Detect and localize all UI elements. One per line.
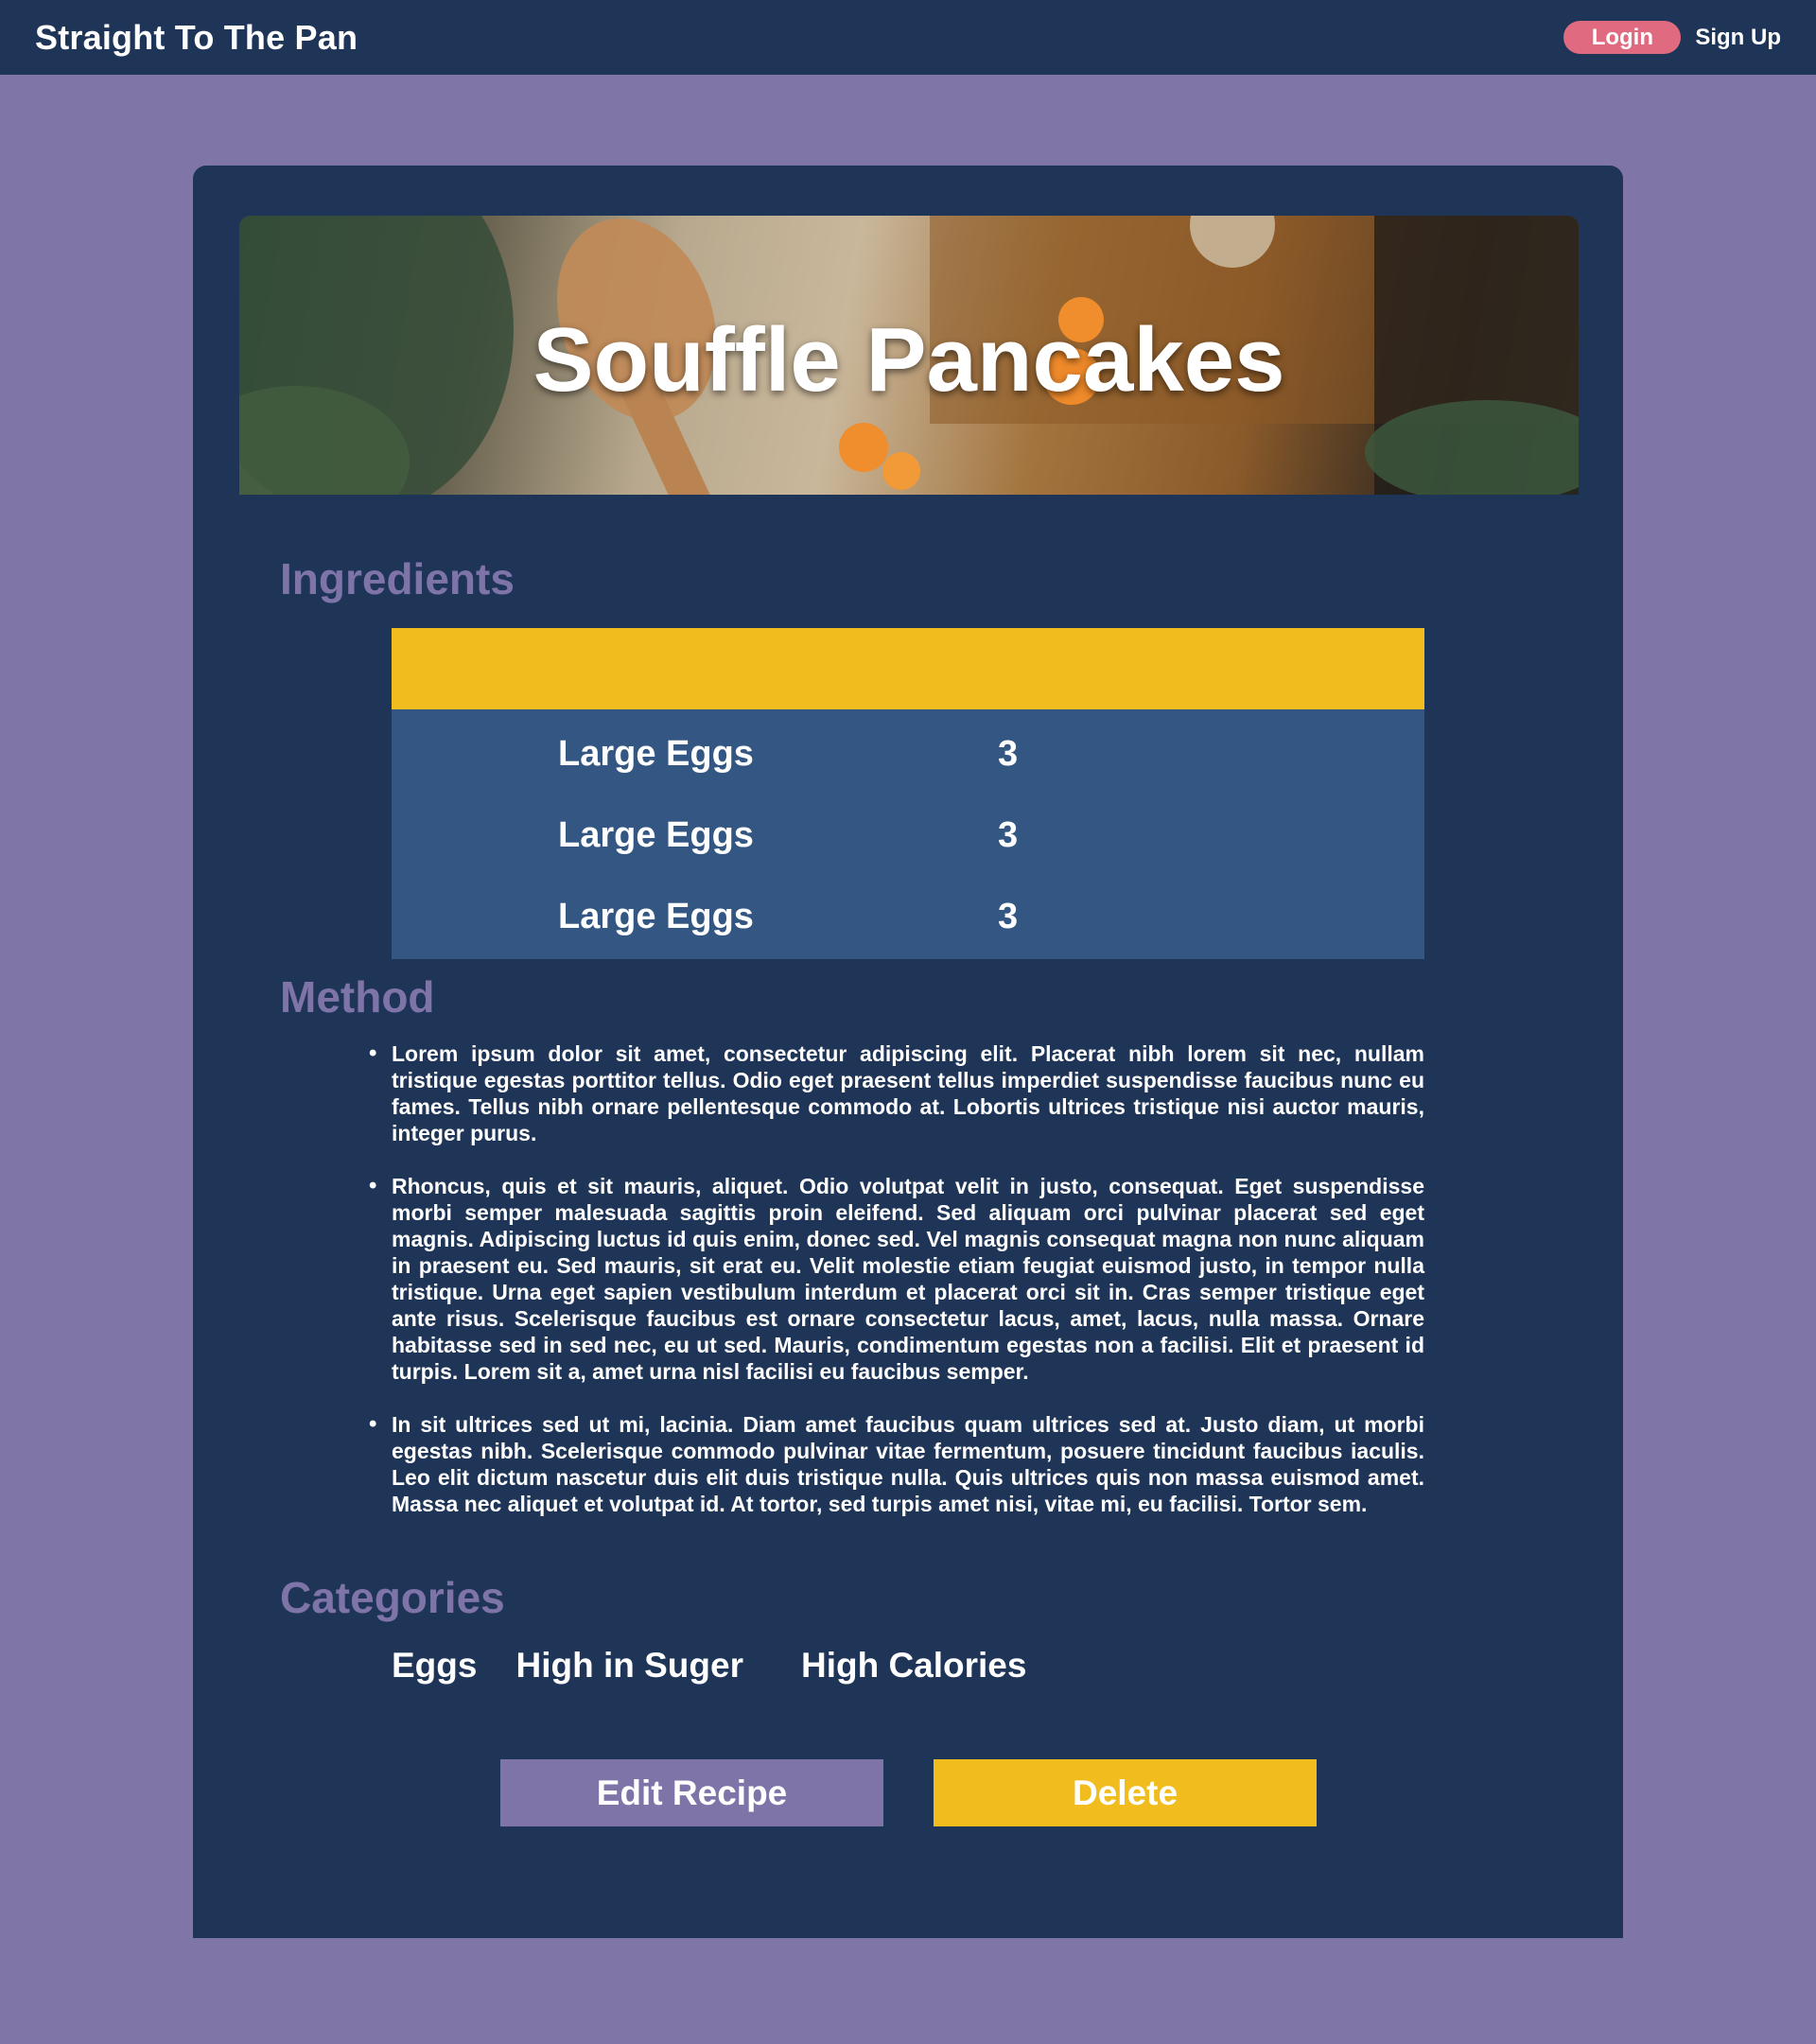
ingredient-quantity: 3 [998,814,1019,855]
recipe-title: Souffle Pancakes [533,308,1285,411]
nav-actions: Login Sign Up [1563,21,1781,54]
top-navbar: Straight To The Pan Login Sign Up [0,0,1816,75]
category-tag[interactable]: High in Suger [515,1646,743,1686]
ingredients-table: Large Eggs 3 Large Eggs 3 Large Eggs 3 [392,628,1424,959]
table-row: Large Eggs 3 [392,876,1424,957]
edit-recipe-button[interactable]: Edit Recipe [500,1759,883,1826]
category-tag[interactable]: High Calories [801,1646,1027,1686]
table-row: Large Eggs 3 [392,713,1424,795]
ingredient-name: Large Eggs [558,733,754,774]
method-heading: Method [280,972,435,1022]
site-brand[interactable]: Straight To The Pan [35,18,358,58]
categories-list: Eggs High in Suger High Calories [392,1646,1065,1686]
ingredients-heading: Ingredients [280,554,515,603]
delete-recipe-button[interactable]: Delete [934,1759,1317,1826]
method-step: Lorem ipsum dolor sit amet, consectetur … [369,1040,1424,1146]
ingredient-name: Large Eggs [558,896,754,936]
ingredient-name: Large Eggs [558,814,754,855]
login-button[interactable]: Login [1563,21,1682,54]
ingredient-quantity: 3 [998,896,1019,936]
recipe-hero-banner: Souffle Pancakes [239,216,1579,495]
method-steps-list: Lorem ipsum dolor sit amet, consectetur … [369,1040,1424,1544]
method-step: Rhoncus, quis et sit mauris, aliquet. Od… [369,1173,1424,1385]
ingredient-quantity: 3 [998,733,1019,774]
category-tag[interactable]: Eggs [392,1646,477,1686]
categories-heading: Categories [280,1573,505,1622]
ingredients-table-body: Large Eggs 3 Large Eggs 3 Large Eggs 3 [392,709,1424,959]
recipe-card: Souffle Pancakes Ingredients Large Eggs … [193,166,1623,1938]
signup-link[interactable]: Sign Up [1695,25,1781,51]
method-step: In sit ultrices sed ut mi, lacinia. Diam… [369,1411,1424,1517]
table-row: Large Eggs 3 [392,795,1424,876]
ingredients-table-header [392,628,1424,709]
